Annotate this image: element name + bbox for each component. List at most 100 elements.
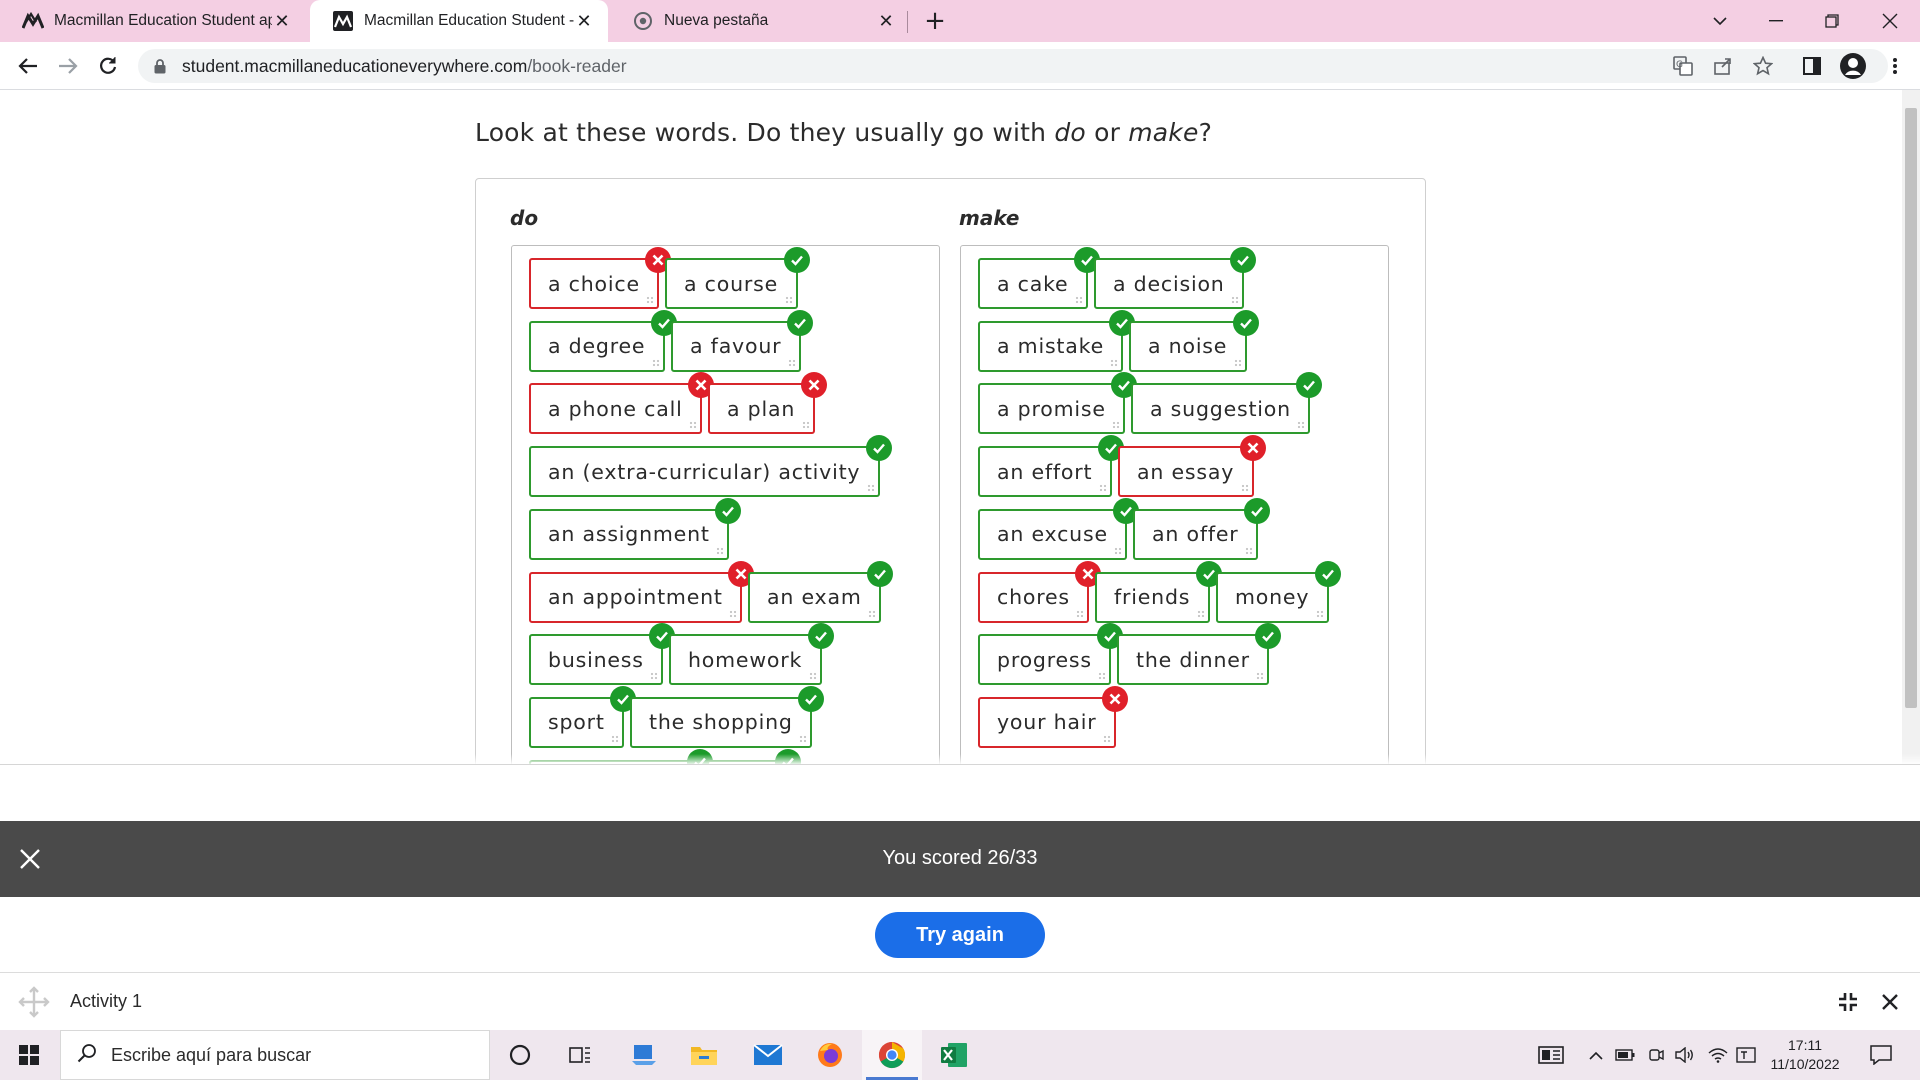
word-chip[interactable]: an (extra-curricular) activity — [529, 446, 880, 498]
drag-grip-icon[interactable] — [868, 609, 876, 618]
profile-avatar-icon[interactable] — [1838, 50, 1868, 82]
drag-grip-icon[interactable] — [1076, 609, 1084, 618]
word-chip[interactable]: a favour — [671, 320, 801, 372]
drag-grip-icon[interactable] — [788, 358, 796, 367]
cortana-icon[interactable] — [490, 1030, 550, 1080]
new-tab-button[interactable]: + — [920, 6, 950, 36]
drag-grip-icon[interactable] — [1075, 296, 1083, 304]
word-chip[interactable]: progress — [978, 634, 1111, 686]
drag-grip-icon[interactable] — [1316, 609, 1324, 618]
try-again-button[interactable]: Try again — [875, 912, 1045, 958]
translate-icon[interactable]: G — [1668, 50, 1698, 82]
word-chip[interactable]: the dinner — [1117, 634, 1269, 686]
drag-grip-icon[interactable] — [1114, 546, 1122, 555]
share-icon[interactable] — [1708, 50, 1738, 82]
notifications-icon[interactable] — [1866, 1030, 1896, 1080]
reload-button[interactable] — [92, 50, 124, 82]
drag-grip-icon[interactable] — [1297, 421, 1305, 430]
drag-grip-icon[interactable] — [1098, 672, 1106, 681]
drag-grip-icon[interactable] — [611, 734, 619, 743]
mail-icon[interactable] — [738, 1030, 798, 1080]
word-chip[interactable]: a mistake — [978, 320, 1123, 372]
word-chip[interactable]: a choice — [529, 258, 659, 309]
drag-grip-icon[interactable] — [1241, 484, 1249, 493]
language-icon[interactable] — [1734, 1030, 1758, 1080]
close-tab-icon[interactable]: ✕ — [574, 11, 594, 31]
drag-grip-icon[interactable] — [716, 546, 724, 555]
restore-button[interactable] — [1804, 0, 1860, 42]
minimize-button[interactable] — [1748, 0, 1804, 42]
page-scrollbar[interactable] — [1902, 90, 1920, 764]
address-bar[interactable]: student.macmillaneducationeverywhere.com… — [138, 49, 1888, 83]
word-chip[interactable]: an effort — [978, 446, 1112, 498]
firefox-icon[interactable] — [800, 1030, 860, 1080]
word-chip[interactable]: sport — [529, 696, 624, 748]
scrollbar-thumb[interactable] — [1905, 108, 1917, 708]
word-chip[interactable]: an appointment — [529, 571, 742, 623]
meet-icon[interactable] — [1646, 1030, 1666, 1080]
word-chip[interactable]: homework — [669, 634, 822, 686]
drag-grip-icon[interactable] — [1099, 484, 1107, 493]
word-chip[interactable]: a decision — [1094, 258, 1244, 309]
more-menu-icon[interactable] — [1880, 50, 1910, 82]
word-chip[interactable]: a noise — [1129, 320, 1247, 372]
side-panel-icon[interactable] — [1797, 50, 1827, 82]
drag-grip-icon[interactable] — [809, 672, 817, 681]
drag-grip-icon[interactable] — [646, 296, 654, 304]
word-chip[interactable]: an offer — [1133, 508, 1258, 560]
word-chip[interactable]: an essay — [1118, 446, 1254, 498]
word-chip[interactable]: friends — [1095, 571, 1210, 623]
bookmark-star-icon[interactable] — [1748, 50, 1778, 82]
file-explorer-icon[interactable] — [674, 1030, 734, 1080]
word-chip[interactable]: the shopping — [630, 696, 812, 748]
close-tab-icon[interactable]: ✕ — [272, 11, 292, 31]
word-chip[interactable]: your hair — [978, 696, 1116, 748]
word-chip[interactable]: a course — [665, 258, 798, 309]
news-widget-icon[interactable] — [1536, 1030, 1566, 1080]
drag-grip-icon[interactable] — [1197, 609, 1205, 618]
forward-button[interactable] — [52, 50, 84, 82]
word-chip[interactable]: an assignment — [529, 508, 729, 560]
close-window-button[interactable] — [1862, 0, 1918, 42]
move-icon[interactable] — [18, 986, 50, 1018]
taskbar-search[interactable]: Escribe aquí para buscar — [60, 1030, 490, 1080]
word-chip[interactable]: a degree — [529, 320, 665, 372]
excel-icon[interactable] — [924, 1030, 984, 1080]
word-chip[interactable]: business — [529, 634, 663, 686]
word-chip[interactable]: money — [1216, 571, 1329, 623]
drag-grip-icon[interactable] — [1103, 734, 1111, 743]
drag-grip-icon[interactable] — [799, 734, 807, 743]
drag-grip-icon[interactable] — [650, 672, 658, 681]
drag-grip-icon[interactable] — [1231, 296, 1239, 304]
drag-grip-icon[interactable] — [785, 296, 793, 304]
collapse-icon[interactable] — [1834, 988, 1862, 1016]
drag-grip-icon[interactable] — [689, 421, 697, 430]
chrome-taskbar-icon[interactable] — [862, 1030, 922, 1080]
word-chip[interactable]: a cake — [978, 258, 1088, 309]
drag-grip-icon[interactable] — [729, 609, 737, 618]
clock[interactable]: 17:11 11/10/2022 — [1760, 1036, 1850, 1074]
windows-start-icon[interactable] — [0, 1030, 58, 1080]
close-activity-icon[interactable] — [1876, 988, 1904, 1016]
drag-grip-icon[interactable] — [867, 484, 875, 493]
word-chip[interactable]: chores — [978, 571, 1089, 623]
word-chip[interactable]: a plan — [708, 383, 815, 435]
tab-new-tab[interactable]: Nueva pestaña ✕ — [610, 0, 910, 42]
word-chip[interactable]: an exam — [748, 571, 881, 623]
chevron-up-icon[interactable] — [1586, 1030, 1606, 1080]
drag-grip-icon[interactable] — [1256, 672, 1264, 681]
word-chip[interactable]: a suggestion — [1131, 383, 1310, 435]
word-chip[interactable]: a phone call — [529, 383, 702, 435]
lock-icon[interactable] — [152, 58, 168, 74]
wifi-icon[interactable] — [1706, 1030, 1730, 1080]
volume-icon[interactable] — [1674, 1030, 1696, 1080]
drag-grip-icon[interactable] — [1234, 358, 1242, 367]
drag-grip-icon[interactable] — [1112, 421, 1120, 430]
tab-search-icon[interactable] — [1692, 0, 1748, 42]
drag-grip-icon[interactable] — [1110, 358, 1118, 367]
drag-grip-icon[interactable] — [802, 421, 810, 430]
drag-grip-icon[interactable] — [652, 358, 660, 367]
task-view-icon[interactable] — [550, 1030, 610, 1080]
back-button[interactable] — [12, 50, 44, 82]
battery-icon[interactable] — [1614, 1030, 1636, 1080]
